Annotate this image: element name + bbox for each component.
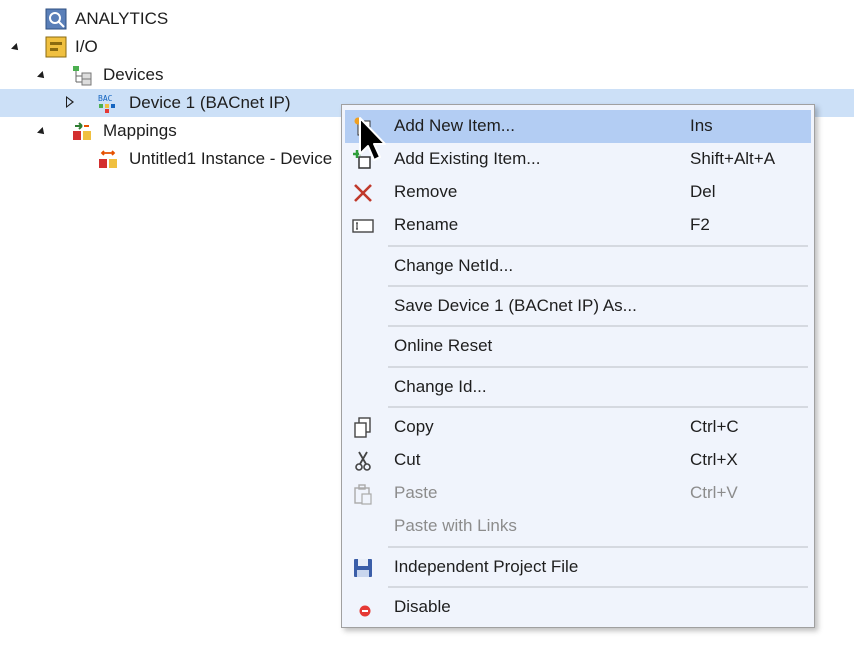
menu-item-shortcut: Ctrl+V [690,483,738,502]
menu-item-label: Online Reset [394,336,493,355]
remove-icon [351,181,375,205]
menu-item-add-existing-item[interactable]: Add Existing Item... Shift+Alt+A [345,143,811,176]
expand-arrow-icon[interactable] [66,96,78,108]
menu-item-shortcut: Ctrl+C [690,417,739,436]
tree-item-io[interactable]: I/O [0,33,854,61]
menu-separator [388,325,808,327]
menu-separator [388,366,808,368]
io-icon [45,36,67,58]
menu-item-save-as[interactable]: Save Device 1 (BACnet IP) As... [345,290,811,323]
tree-item-label: I/O [75,37,98,56]
menu-item-label: Paste with Links [394,516,517,535]
collapse-arrow-icon[interactable] [37,126,50,138]
menu-item-paste-with-links[interactable]: Paste with Links [345,510,811,543]
tree-item-label: ANALYTICS [75,9,169,28]
menu-item-shortcut: Ins [690,116,713,135]
menu-item-label: Disable [394,597,451,616]
menu-item-shortcut: Shift+Alt+A [690,149,776,168]
menu-item-label: Add Existing Item... [394,149,541,168]
mapping-instance-icon [97,148,119,170]
cut-icon [351,449,375,473]
tree-item-label: Untitled1 Instance - Device [129,149,333,168]
paste-icon [351,482,375,506]
menu-item-copy[interactable]: Copy Ctrl+C [345,411,811,444]
mouse-cursor-icon [359,117,386,161]
bacnet-device-icon: BAC [97,92,119,114]
menu-item-label: Change NetId... [394,256,514,275]
menu-item-rename[interactable]: Rename F2 [345,209,811,242]
menu-item-paste[interactable]: Paste Ctrl+V [345,477,811,510]
context-menu: Add New Item... Ins Add Existing Item...… [341,104,815,628]
menu-item-online-reset[interactable]: Online Reset [345,330,811,363]
menu-item-label: Cut [394,450,421,469]
menu-item-change-netid[interactable]: Change NetId... [345,250,811,283]
menu-separator [388,245,808,247]
menu-item-cut[interactable]: Cut Ctrl+X [345,444,811,477]
menu-item-label: Remove [394,182,458,201]
menu-separator [388,285,808,287]
menu-item-remove[interactable]: Remove Del [345,176,811,209]
menu-separator [388,546,808,548]
collapse-arrow-icon[interactable] [37,70,50,82]
menu-item-label: Independent Project File [394,557,579,576]
menu-separator [388,406,808,408]
menu-item-disable[interactable]: Disable [345,591,811,624]
tree-item-analytics[interactable]: ANALYTICS [0,5,854,33]
menu-item-shortcut: F2 [690,215,710,234]
tree-item-label: Devices [103,65,164,84]
collapse-arrow-icon[interactable] [11,42,24,54]
tree-item-label: Mappings [103,121,177,140]
disable-icon [351,596,375,620]
menu-separator [388,586,808,588]
menu-item-change-id[interactable]: Change Id... [345,371,811,404]
bacnet-icon-text: BAC [98,94,113,103]
menu-item-label: Save Device 1 (BACnet IP) As... [394,296,637,315]
menu-item-label: Change Id... [394,377,487,396]
menu-item-independent-project-file[interactable]: Independent Project File [345,551,811,584]
menu-item-label: Paste [394,483,438,502]
copy-icon [351,416,375,440]
menu-item-shortcut: Del [690,182,716,201]
menu-item-label: Copy [394,417,434,436]
tree-item-label: Device 1 (BACnet IP) [129,93,291,112]
devices-icon [71,64,93,86]
menu-item-label: Rename [394,215,459,234]
save-disk-icon [351,556,375,580]
menu-item-shortcut: Ctrl+X [690,450,738,469]
rename-icon [351,214,375,238]
menu-item-label: Add New Item... [394,116,515,135]
menu-item-add-new-item[interactable]: Add New Item... Ins [345,110,811,143]
mappings-icon [71,120,93,142]
analytics-icon [45,8,67,30]
tree-item-devices[interactable]: Devices [0,61,854,89]
